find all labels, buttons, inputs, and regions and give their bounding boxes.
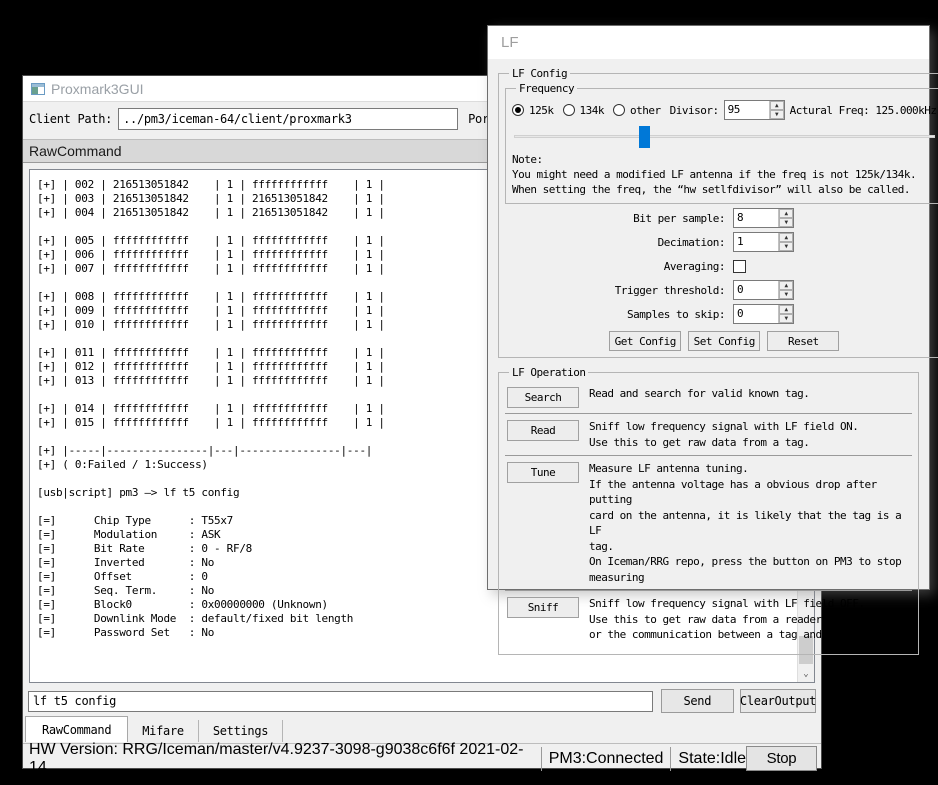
field-label: Samples to skip:: [505, 308, 733, 321]
scroll-down-icon[interactable]: ⌄: [798, 665, 814, 682]
stop-button[interactable]: Stop: [746, 746, 817, 771]
radio-label-134k[interactable]: 134k: [580, 104, 605, 117]
tune-button[interactable]: Tune: [507, 462, 579, 483]
bottom-tabs: RawCommandMifareSettings: [23, 715, 821, 742]
samples-to-skip-spinbox[interactable]: 0▲▼: [733, 304, 794, 324]
config-row: Decimation:1▲▼: [505, 232, 938, 252]
divisor-label: Divisor:: [670, 104, 719, 117]
frequency-radio-row: 125k 134k other Divisor: 95 ▲ ▼ Actural Fr…: [512, 100, 937, 120]
get-config-button[interactable]: Get Config: [609, 331, 681, 351]
field-label: Averaging:: [505, 260, 733, 273]
bit-per-sample-spinbox[interactable]: 8▲▼: [733, 208, 794, 228]
field-label: Decimation:: [505, 236, 733, 249]
lf-config-legend: LF Config: [509, 67, 570, 80]
state-text: State:Idle: [678, 750, 746, 768]
trigger-threshold-spinbox[interactable]: 0▲▼: [733, 280, 794, 300]
window-title: Proxmark3GUI: [51, 81, 144, 97]
decimation-spinbox[interactable]: 1▲▼: [733, 232, 794, 252]
lf-dialog-title: LF: [501, 34, 519, 51]
slider-handle[interactable]: [639, 126, 650, 148]
spin-up-icon[interactable]: ▲: [770, 101, 784, 110]
lf-titlebar[interactable]: LF: [488, 26, 929, 59]
averaging-checkbox[interactable]: [733, 260, 746, 273]
client-path-label: Client Path:: [29, 112, 112, 126]
hw-version-text: HW Version: RRG/Iceman/master/v4.9237-30…: [29, 741, 534, 777]
decimation-value[interactable]: 1: [734, 233, 778, 251]
samples-to-skip-value[interactable]: 0: [734, 305, 778, 323]
operation-row: Sniff Sniff low frequency signal with LF …: [505, 590, 912, 648]
operation-row: Tune Measure LF antenna tuning.If the ant…: [505, 455, 912, 590]
operation-description: Sniff low frequency signal with LF field…: [589, 419, 858, 450]
operation-description: Read and search for valid known tag.: [589, 386, 809, 402]
sniff-button[interactable]: Sniff: [507, 597, 579, 618]
frequency-group: Frequency 125k 134k other Divisor: 95 ▲ ▼ …: [505, 82, 938, 204]
frequency-legend: Frequency: [516, 82, 577, 95]
search-button[interactable]: Search: [507, 387, 579, 408]
spin-up-icon[interactable]: ▲: [779, 233, 793, 242]
lf-config-buttons: Get Config Set Config Reset: [505, 331, 938, 351]
reset-button[interactable]: Reset: [767, 331, 839, 351]
operation-description: Sniff low frequency signal with LF field…: [589, 596, 883, 643]
operation-row: Search Read and search for valid known ta…: [505, 381, 912, 413]
status-separator: [670, 747, 671, 771]
divisor-spinbox[interactable]: 95 ▲ ▼: [724, 100, 785, 120]
spin-up-icon[interactable]: ▲: [779, 281, 793, 290]
note-text: Note:You might need a modified LF antenn…: [512, 152, 937, 197]
command-input[interactable]: [28, 691, 653, 712]
spin-down-icon[interactable]: ▼: [770, 110, 784, 119]
radio-label-125k[interactable]: 125k: [529, 104, 554, 117]
spin-up-icon[interactable]: ▲: [779, 209, 793, 218]
note-line: When setting the freq, the “hw setlfdivi…: [512, 182, 937, 197]
lf-config-group: LF Config Frequency 125k 134k other Diviso…: [498, 67, 938, 358]
radio-125k[interactable]: [512, 104, 524, 116]
set-config-button[interactable]: Set Config: [688, 331, 760, 351]
clear-output-button[interactable]: ClearOutput: [740, 689, 816, 713]
field-label: Trigger threshold:: [505, 284, 733, 297]
spin-down-icon[interactable]: ▼: [779, 290, 793, 299]
field-label: Bit per sample:: [505, 212, 733, 225]
read-button[interactable]: Read: [507, 420, 579, 441]
config-row: Bit per sample:8▲▼: [505, 208, 938, 228]
client-path-input[interactable]: [118, 108, 458, 130]
divisor-value[interactable]: 95: [725, 101, 769, 119]
config-row: Averaging:: [505, 256, 938, 276]
pm3-status-text: PM3:Connected: [549, 750, 664, 768]
lf-operation-group: LF Operation Search Read and search for v…: [498, 366, 919, 655]
lf-dialog: LF LF Config Frequency 125k 134k other Div…: [487, 25, 930, 590]
spin-down-icon[interactable]: ▼: [779, 314, 793, 323]
app-icon: [31, 83, 45, 95]
radio-label-other[interactable]: other: [630, 104, 661, 117]
send-button[interactable]: Send: [661, 689, 734, 713]
config-row: Samples to skip:0▲▼: [505, 304, 938, 324]
lf-operation-rows: Search Read and search for valid known ta…: [505, 381, 912, 648]
command-row: Send ClearOutput: [23, 689, 821, 713]
lf-dialog-body: LF Config Frequency 125k 134k other Diviso…: [488, 59, 929, 655]
note-line: You might need a modified LF antenna if …: [512, 167, 937, 182]
radio-other[interactable]: [613, 104, 625, 116]
slider-track[interactable]: [514, 135, 935, 138]
tab-settings[interactable]: Settings: [199, 720, 283, 742]
lf-config-fields: Bit per sample:8▲▼Decimation:1▲▼Averagin…: [505, 208, 938, 324]
operation-description: Measure LF antenna tuning.If the antenna…: [589, 461, 910, 585]
config-row: Trigger threshold:0▲▼: [505, 280, 938, 300]
radio-134k[interactable]: [563, 104, 575, 116]
actual-freq-label: Actural Freq: 125.000kHz: [790, 104, 937, 117]
note-line: Note:: [512, 152, 937, 167]
status-bar: HW Version: RRG/Iceman/master/v4.9237-30…: [23, 743, 821, 773]
tab-rawcommand[interactable]: RawCommand: [25, 716, 128, 742]
lf-operation-legend: LF Operation: [509, 366, 588, 379]
spin-down-icon[interactable]: ▼: [779, 218, 793, 227]
tab-mifare[interactable]: Mifare: [128, 720, 199, 742]
spin-up-icon[interactable]: ▲: [779, 305, 793, 314]
status-separator: [541, 747, 542, 771]
operation-row: Read Sniff low frequency signal with LF f…: [505, 413, 912, 455]
trigger-threshold-value[interactable]: 0: [734, 281, 778, 299]
bit-per-sample-value[interactable]: 8: [734, 209, 778, 227]
spin-down-icon[interactable]: ▼: [779, 242, 793, 251]
frequency-slider[interactable]: [514, 126, 935, 148]
